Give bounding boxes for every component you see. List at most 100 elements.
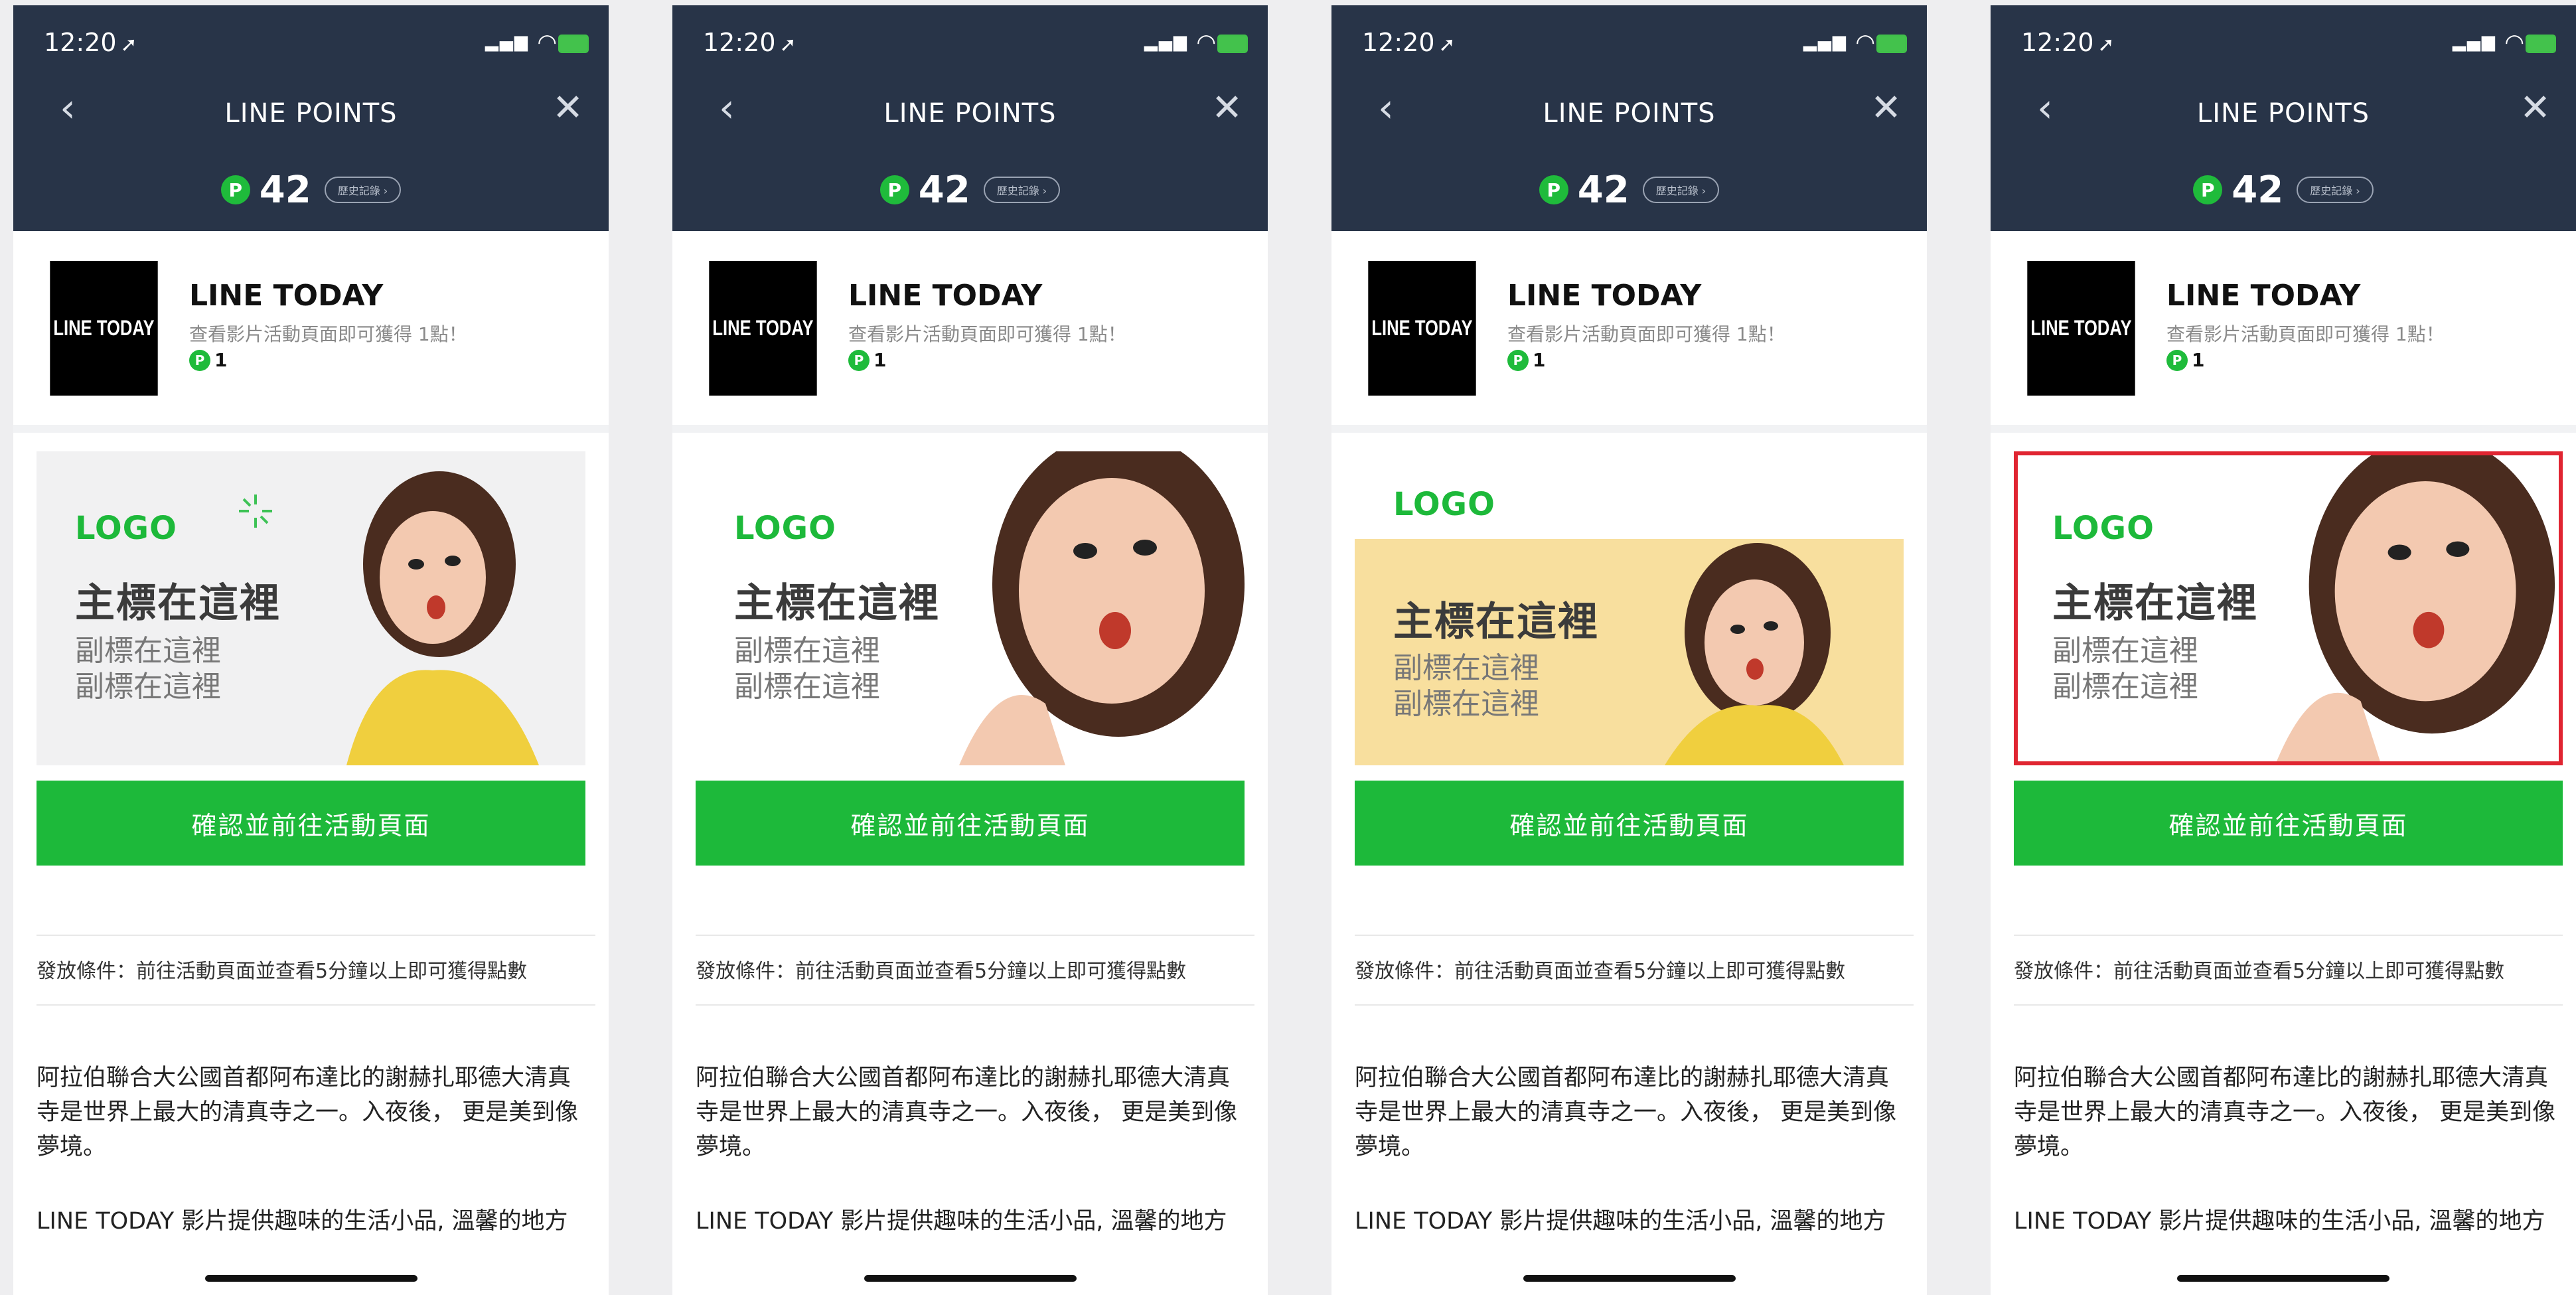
signal-icon: ▂▄▆ <box>1803 32 1847 52</box>
close-button[interactable]: ✕ <box>2520 88 2551 128</box>
banner-subline-1: 副標在這裡 <box>734 634 880 668</box>
banner-subline-1: 副標在這裡 <box>1393 651 1539 685</box>
wifi-icon: ◠ <box>1855 29 1875 56</box>
location-arrow-icon: ➚ <box>120 33 137 56</box>
line-today-logo: LINE TODAY <box>709 261 817 396</box>
banner-headline: 主標在這裡 <box>734 580 940 627</box>
close-button[interactable]: ✕ <box>552 88 583 128</box>
description-text-2: LINE TODAY 影片提供趣味的生活小品, 溫馨的地方 <box>2014 1208 2545 1235</box>
history-button[interactable]: 歷史記錄 › <box>983 177 1061 203</box>
banner-headline: 主標在這裡 <box>75 580 281 627</box>
page-title: LINE POINTS <box>883 98 1057 129</box>
history-button[interactable]: 歷史記錄 › <box>2297 177 2374 203</box>
offer-description: 查看影片活動頁面即可獲得 1點！ <box>1507 323 1785 345</box>
banner-image[interactable]: LOGO 主標在這裡 副標在這裡 副標在這裡 <box>1355 451 1904 765</box>
points-balance: P 42 歷史記錄 › <box>672 168 1268 212</box>
woman-photo <box>346 471 539 765</box>
home-indicator[interactable] <box>2177 1275 2389 1282</box>
banner-subline-2: 副標在這裡 <box>1393 687 1539 721</box>
points-icon: P <box>1507 349 1529 371</box>
offer-header: LINE TODAY LINE TODAY 查看影片活動頁面即可獲得 1點！ P… <box>1991 231 2576 430</box>
points-icon: P <box>2166 349 2188 371</box>
offer-points-value: 1 <box>1533 349 1546 371</box>
close-button[interactable]: ✕ <box>1870 88 1902 128</box>
offer-title: LINE TODAY <box>189 279 384 313</box>
header: 12:20 ➚ ▂▄▆ ◠ ‹ LINE POINTS ✕ P 42 歷史記錄 › <box>13 5 609 231</box>
offer-header: LINE TODAY LINE TODAY 查看影片活動頁面即可獲得 1點！ P… <box>1331 231 1927 430</box>
description-text-2: LINE TODAY 影片提供趣味的生活小品, 溫馨的地方 <box>1355 1208 1886 1235</box>
location-arrow-icon: ➚ <box>2097 33 2115 56</box>
points-icon: P <box>2193 175 2223 204</box>
woman-photo <box>2276 455 2555 761</box>
divider <box>37 935 595 936</box>
home-indicator[interactable] <box>1523 1275 1736 1282</box>
banner-subline-2: 副標在這裡 <box>75 670 221 704</box>
banner-image[interactable]: LOGO 主標在這裡 副標在這裡 副標在這裡 <box>696 451 1245 765</box>
home-indicator[interactable] <box>204 1275 417 1282</box>
offer-title: LINE TODAY <box>848 279 1043 313</box>
description-text: 阿拉伯聯合大公國首都阿布達比的謝赫扎耶德大清真寺是世界上最大的清真寺之一。入夜後… <box>696 1065 1238 1160</box>
banner-image[interactable]: LOGO 主標在這裡 副標在這裡 副標在這裡 <box>37 451 585 765</box>
points-icon: P <box>848 349 870 371</box>
offer-description: 查看影片活動頁面即可獲得 1點！ <box>848 323 1126 345</box>
confirm-button[interactable]: 確認並前往活動頁面 <box>2014 781 2563 866</box>
sparkle-icon <box>239 495 272 528</box>
phone-screen-4: 12:20 ➚ ▂▄▆ ◠ ‹ LINE POINTS ✕ P 42 歷史記錄 ›… <box>1991 5 2576 1295</box>
banner-logo: LOGO <box>734 510 836 547</box>
banner-logo: LOGO <box>2052 510 2155 547</box>
divider <box>37 1004 595 1006</box>
battery-icon <box>1876 35 1907 53</box>
description-text: 阿拉伯聯合大公國首都阿布達比的謝赫扎耶德大清真寺是世界上最大的清真寺之一。入夜後… <box>1355 1065 1897 1160</box>
points-value: 42 <box>2232 168 2284 212</box>
signal-icon: ▂▄▆ <box>485 32 529 52</box>
phone-screen-3: 12:20 ➚ ▂▄▆ ◠ ‹ LINE POINTS ✕ P 42 歷史記錄 ›… <box>1331 5 1927 1295</box>
battery-icon <box>2526 35 2556 53</box>
offer-description: 查看影片活動頁面即可獲得 1點！ <box>189 323 467 345</box>
offer-header: LINE TODAY LINE TODAY 查看影片活動頁面即可獲得 1點！ P… <box>672 231 1268 430</box>
home-indicator[interactable] <box>864 1275 1077 1282</box>
description-text-2: LINE TODAY 影片提供趣味的生活小品, 溫馨的地方 <box>37 1208 568 1235</box>
bottom-area <box>1991 1244 2576 1295</box>
status-time: 12:20 ➚ <box>703 28 796 57</box>
divider <box>696 935 1254 936</box>
history-button[interactable]: 歷史記錄 › <box>1642 177 1720 203</box>
condition-text: 發放條件：前往活動頁面並查看5分鐘以上即可獲得點數 <box>1355 960 1846 983</box>
wifi-icon: ◠ <box>537 29 557 56</box>
condition-text: 發放條件：前往活動頁面並查看5分鐘以上即可獲得點數 <box>696 960 1187 983</box>
banner-headline: 主標在這裡 <box>2052 580 2258 627</box>
banner-logo: LOGO <box>75 510 177 547</box>
signal-icon: ▂▄▆ <box>2453 32 2496 52</box>
confirm-button[interactable]: 確認並前往活動頁面 <box>1355 781 1904 866</box>
header: 12:20 ➚ ▂▄▆ ◠ ‹ LINE POINTS ✕ P 42 歷史記錄 › <box>1991 5 2576 231</box>
offer-points-value: 1 <box>873 349 887 371</box>
history-button[interactable]: 歷史記錄 › <box>324 177 402 203</box>
divider <box>2014 935 2563 936</box>
phone-screen-2: 12:20 ➚ ▂▄▆ ◠ ‹ LINE POINTS ✕ P 42 歷史記錄 ›… <box>672 5 1268 1295</box>
confirm-button[interactable]: 確認並前往活動頁面 <box>37 781 585 866</box>
location-arrow-icon: ➚ <box>1438 33 1456 56</box>
points-icon: P <box>1539 175 1568 204</box>
divider <box>696 1004 1254 1006</box>
divider <box>1355 935 1914 936</box>
phone-screen-1: 12:20 ➚ ▂▄▆ ◠ ‹ LINE POINTS ✕ P 42 歷史記錄 ›… <box>13 5 609 1295</box>
offer-title: LINE TODAY <box>2166 279 2361 313</box>
page-title: LINE POINTS <box>2196 98 2370 129</box>
header: 12:20 ➚ ▂▄▆ ◠ ‹ LINE POINTS ✕ P 42 歷史記錄 › <box>672 5 1268 231</box>
header: 12:20 ➚ ▂▄▆ ◠ ‹ LINE POINTS ✕ P 42 歷史記錄 › <box>1331 5 1927 231</box>
banner-image-selected[interactable]: LOGO 主標在這裡 副標在這裡 副標在這裡 <box>2014 451 2563 765</box>
offer-title: LINE TODAY <box>1507 279 1702 313</box>
points-value: 42 <box>918 168 970 212</box>
bottom-area <box>13 1244 609 1295</box>
condition-text: 發放條件：前往活動頁面並查看5分鐘以上即可獲得點數 <box>2014 960 2505 983</box>
description-text-2: LINE TODAY 影片提供趣味的生活小品, 溫馨的地方 <box>696 1208 1227 1235</box>
offer-points-value: 1 <box>214 349 228 371</box>
wifi-icon: ◠ <box>2504 29 2524 56</box>
status-time: 12:20 ➚ <box>44 28 137 57</box>
close-button[interactable]: ✕ <box>1211 88 1243 128</box>
divider <box>1991 425 2576 433</box>
divider <box>672 425 1268 433</box>
offer-description: 查看影片活動頁面即可獲得 1點！ <box>2166 323 2445 345</box>
confirm-button[interactable]: 確認並前往活動頁面 <box>696 781 1245 866</box>
divider <box>1331 425 1927 433</box>
offer-points: P 1 <box>2166 349 2204 371</box>
